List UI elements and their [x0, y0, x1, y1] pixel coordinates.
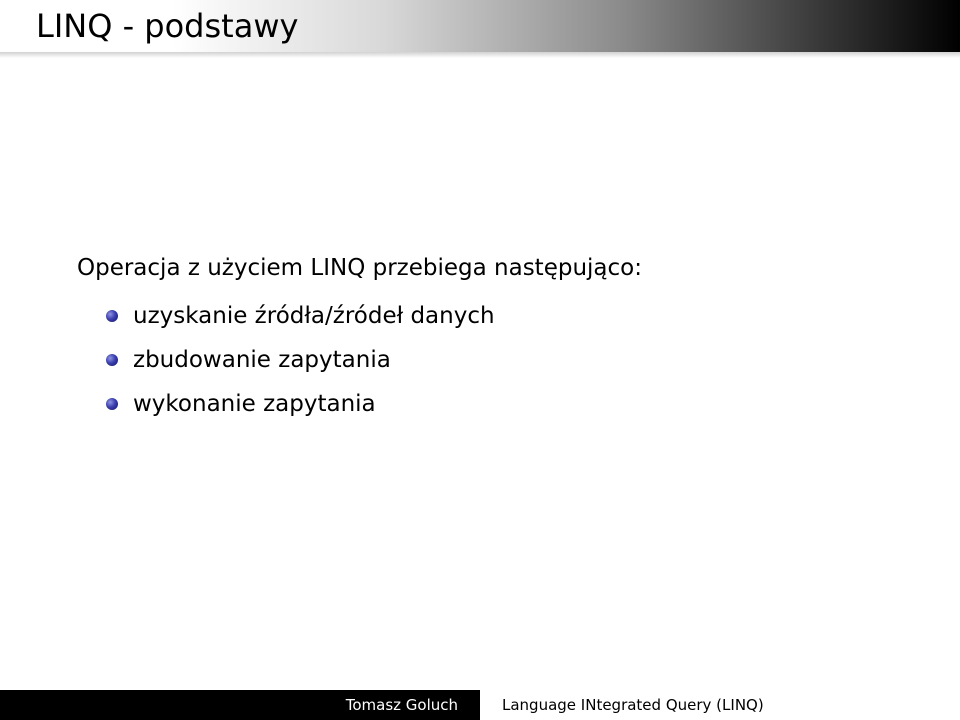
footer-author-box: Tomasz Goluch: [0, 690, 480, 720]
bullet-list: uzyskanie źródła/źródeł danych zbudowani…: [77, 294, 642, 426]
footer-author: Tomasz Goluch: [345, 696, 458, 714]
ball-bullet-icon: [106, 398, 118, 410]
list-item-label: zbudowanie zapytania: [133, 347, 391, 373]
title-bar: LINQ - podstawy: [0, 0, 960, 52]
title-bar-shadow: [0, 52, 960, 58]
list-item: zbudowanie zapytania: [77, 338, 642, 382]
list-item: wykonanie zapytania: [77, 382, 642, 426]
ball-bullet-icon: [106, 354, 118, 366]
list-item: uzyskanie źródła/źródeł danych: [77, 294, 642, 338]
intro-text: Operacja z użyciem LINQ przebiega następ…: [77, 255, 642, 281]
footer-topic: Language INtegrated Query (LINQ): [502, 696, 764, 714]
list-item-label: uzyskanie źródła/źródeł danych: [133, 303, 495, 329]
slide-title: LINQ - podstawy: [36, 7, 299, 45]
footer-topic-box: Language INtegrated Query (LINQ): [480, 690, 960, 720]
ball-bullet-icon: [106, 310, 118, 322]
list-item-label: wykonanie zapytania: [133, 391, 376, 417]
slide-content: Operacja z użyciem LINQ przebiega następ…: [77, 251, 642, 426]
footer: Tomasz Goluch Language INtegrated Query …: [0, 690, 960, 720]
